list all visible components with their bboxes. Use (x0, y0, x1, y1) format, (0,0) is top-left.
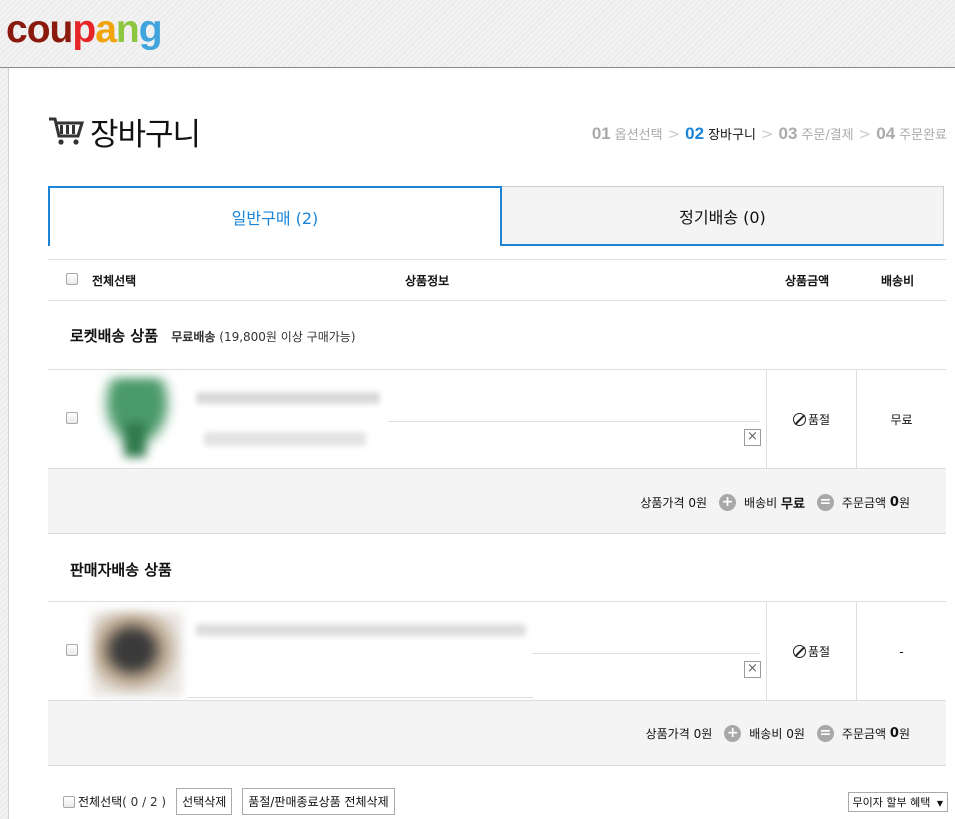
installment-dropdown[interactable]: 무이자 할부 혜택 ▼ (847, 792, 948, 812)
chevron-right-icon: > (667, 125, 681, 143)
seller-section-title: 판매자배송 상품 (70, 561, 172, 579)
step-number: 02 (685, 124, 705, 143)
bottom-select-all-label[interactable]: 전체선택 (78, 793, 122, 810)
logo-letter: o (26, 8, 51, 51)
summary-price-value: 0원 (693, 727, 713, 741)
caret-down-icon: ▼ (936, 799, 943, 808)
step-label: 옵션선택 (614, 128, 663, 143)
summary-ship-value: 무료 (780, 497, 805, 512)
left-decoration (0, 68, 9, 819)
order-steps: 01 옵션선택 > 02 장바구니 > 03 주문/결제 > 04 주문완료 (592, 124, 947, 144)
summary-ship-label: 배송비 (744, 496, 778, 510)
logo-letter: a (95, 8, 117, 51)
delete-selected-button[interactable]: 선택삭제 (176, 788, 233, 815)
option-divider (388, 421, 760, 422)
summary-total-value: 0 (889, 495, 899, 510)
step-number: 03 (778, 124, 798, 143)
summary-price-value: 0원 (688, 496, 708, 510)
summary-total-value: 0 (889, 726, 899, 741)
free-shipping-condition: (19,800원 이상 구매가능) (219, 330, 356, 344)
step-label: 장바구니 (708, 128, 756, 143)
summary-total-label: 주문금액 (841, 727, 887, 741)
remove-item-icon[interactable]: × (744, 429, 761, 446)
chevron-right-icon: > (858, 125, 872, 143)
option-divider (532, 653, 760, 654)
plus-icon: + (719, 494, 737, 511)
seller-summary: 상품가격 0원 + 배송비 0원 = 주문금액 0원 (48, 700, 946, 766)
soldout-label: 품절 (807, 413, 831, 427)
step-complete: 04 주문완료 (876, 124, 947, 144)
product-name-blurred[interactable] (196, 392, 380, 404)
chevron-right-icon: > (760, 125, 774, 143)
item-checkbox[interactable] (66, 412, 78, 424)
bottom-select-all-checkbox[interactable] (63, 795, 75, 808)
cart-item-row: × 품절 - (48, 601, 946, 701)
plus-icon: + (724, 725, 742, 742)
bottom-controls: 전체선택 ( 0 / 2 ) 선택삭제 품절/판매종료상품 전체삭제 (63, 788, 395, 815)
rocket-title-text: 로켓배송 상품 (70, 327, 159, 345)
tab-normal-purchase[interactable]: 일반구매 (2) (48, 186, 502, 246)
product-thumbnail[interactable] (92, 612, 182, 696)
rocket-summary: 상품가격 0원 + 배송비 무료 = 주문금액 0원 (48, 468, 946, 534)
product-name-blurred[interactable] (196, 624, 526, 636)
selected-count: ( 0 / 2 ) (122, 794, 167, 809)
summary-ship-label: 배송비 (749, 727, 783, 741)
summary-price-label: 상품가격 (645, 727, 690, 741)
item-price-cell: 품절 (766, 370, 856, 469)
logo-letter: c (6, 8, 28, 51)
summary-price-label: 상품가격 (640, 496, 685, 510)
page-title: 장바구니 (90, 116, 201, 153)
select-all-checkbox[interactable] (66, 273, 78, 285)
item-shipping-cell: - (856, 602, 946, 701)
summary-ship-value: 0원 (786, 727, 805, 741)
table-header: 전체선택 상품정보 상품금액 배송비 (48, 259, 946, 301)
remove-item-icon[interactable]: × (744, 661, 761, 678)
summary-line: 상품가격 0원 + 배송비 무료 = 주문금액 0원 (640, 493, 910, 512)
soldout-icon (792, 413, 806, 426)
item-checkbox[interactable] (66, 644, 78, 656)
free-shipping-label: 무료배송 (171, 330, 216, 344)
shopping-cart-icon (49, 117, 84, 145)
step-number: 01 (591, 124, 611, 143)
product-thumbnail[interactable] (94, 378, 180, 460)
logo-letter: u (49, 8, 74, 51)
logo-letter: n (115, 8, 140, 51)
logo-letter: g (138, 8, 163, 51)
purchase-tabs: 정기배송 (0) 일반구매 (2) (48, 186, 944, 246)
summary-total-unit: 원 (898, 496, 910, 510)
step-label: 주문완료 (899, 128, 947, 143)
product-option-blurred (204, 432, 366, 446)
cart-heading: 장바구니 (48, 108, 201, 154)
soldout-label: 품절 (807, 645, 831, 659)
header-product-info: 상품정보 (405, 274, 450, 288)
rocket-section-title: 로켓배송 상품 무료배송 (19,800원 이상 구매가능) (70, 325, 356, 346)
soldout-icon (792, 645, 806, 658)
free-shipping-note: 무료배송 (19,800원 이상 구매가능) (171, 330, 355, 344)
summary-total-unit: 원 (898, 727, 910, 741)
option-divider (188, 697, 533, 698)
coupang-logo[interactable]: coupang (6, 5, 163, 55)
cart-item-row: × 품절 무료 (48, 369, 946, 469)
item-price-cell: 품절 (766, 602, 856, 701)
step-option: 01 옵션선택 > (592, 124, 685, 144)
header-shipping: 배송비 (881, 274, 915, 288)
item-shipping-cell: 무료 (856, 370, 946, 469)
installment-label: 무이자 할부 혜택 (852, 796, 931, 809)
tab-regular-delivery[interactable]: 정기배송 (0) (501, 186, 944, 246)
summary-line: 상품가격 0원 + 배송비 0원 = 주문금액 0원 (646, 725, 910, 742)
step-cart: 02 장바구니 > (685, 124, 778, 144)
header-select-all: 전체선택 (92, 274, 137, 288)
equals-icon: = (816, 725, 834, 742)
delete-soldout-button[interactable]: 품절/판매종료상품 전체삭제 (242, 788, 395, 815)
header-bar: coupang (0, 0, 955, 68)
step-number: 04 (876, 124, 896, 143)
summary-total-label: 주문금액 (841, 496, 887, 510)
step-label: 주문/결제 (801, 128, 854, 143)
equals-icon: = (816, 494, 834, 511)
header-price: 상품금액 (785, 274, 830, 288)
step-checkout: 03 주문/결제 > (779, 124, 877, 144)
logo-letter: p (72, 8, 96, 51)
